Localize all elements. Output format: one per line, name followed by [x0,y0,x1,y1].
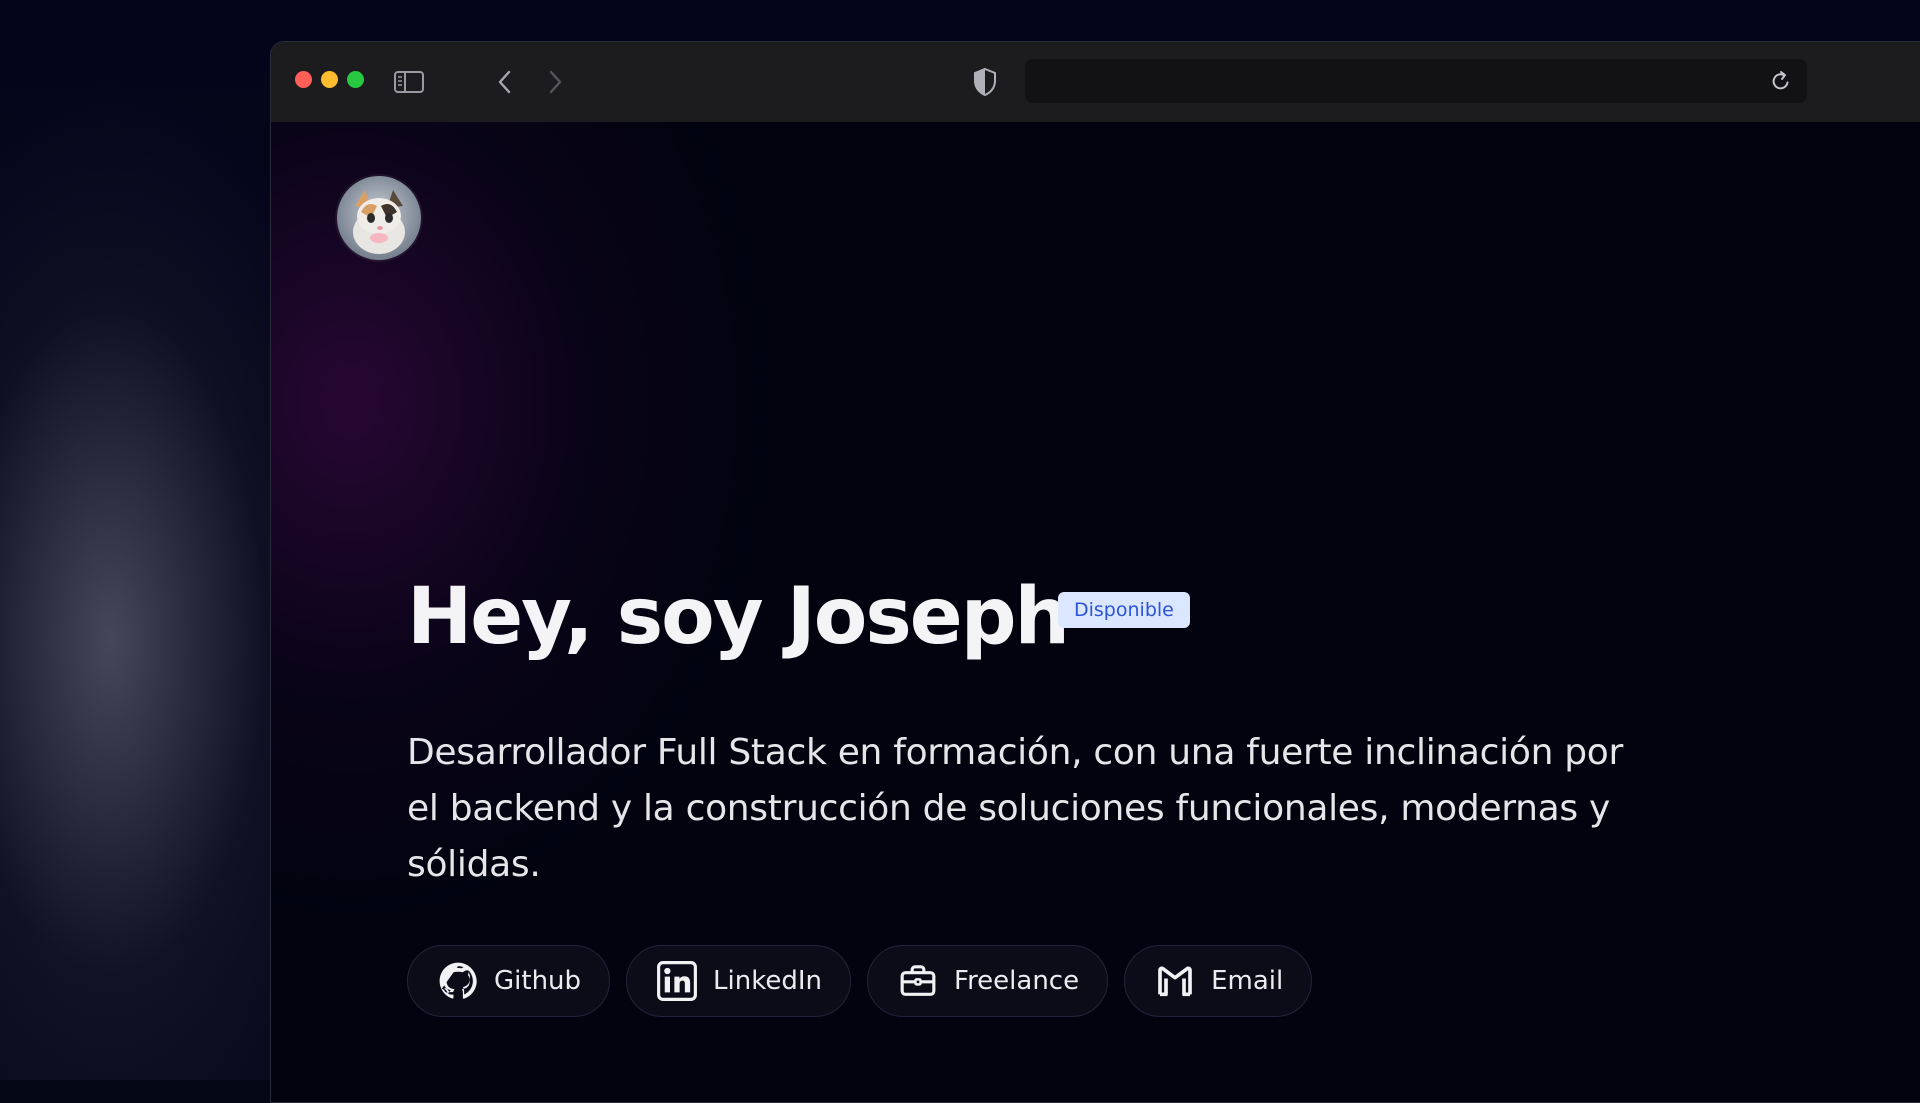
freelance-link-label: Freelance [954,966,1080,996]
linkedin-icon [655,959,699,1003]
zoom-window-button[interactable] [347,71,364,88]
browser-toolbar [271,42,1920,122]
page-title: Hey, soy Joseph [407,572,1070,662]
hero-description: Desarrollador Full Stack en formación, c… [407,732,1624,885]
close-window-button[interactable] [295,71,312,88]
briefcase-icon [896,959,940,1003]
freelance-link-button[interactable]: Freelance [867,945,1109,1017]
social-links: Github LinkedIn Freelance Email [407,945,1313,1017]
email-link-label: Email [1211,966,1284,996]
chevron-right-icon[interactable] [543,66,567,98]
linkedin-link-label: LinkedIn [713,966,822,996]
status-badge: Disponible [1058,592,1190,628]
email-link-button[interactable]: Email [1124,945,1313,1017]
linkedin-link-button[interactable]: LinkedIn [626,945,851,1017]
sidebar-toggle-icon[interactable] [393,66,425,98]
address-bar[interactable] [1025,59,1807,103]
github-link-label: Github [494,966,582,996]
cat-avatar-icon [353,190,405,254]
address-input[interactable] [1039,67,1743,97]
chevron-left-icon[interactable] [493,66,517,98]
github-link-button[interactable]: Github [407,945,611,1017]
github-icon [436,959,480,1003]
minimize-window-button[interactable] [321,71,338,88]
page-content: Hey, soy Joseph Disponible Desarrollador… [271,122,1920,1102]
reload-icon[interactable] [1769,69,1793,93]
avatar[interactable] [337,176,421,260]
gmail-icon [1153,959,1197,1003]
shield-icon[interactable] [971,64,999,100]
browser-window: Hey, soy Joseph Disponible Desarrollador… [270,41,1920,1103]
